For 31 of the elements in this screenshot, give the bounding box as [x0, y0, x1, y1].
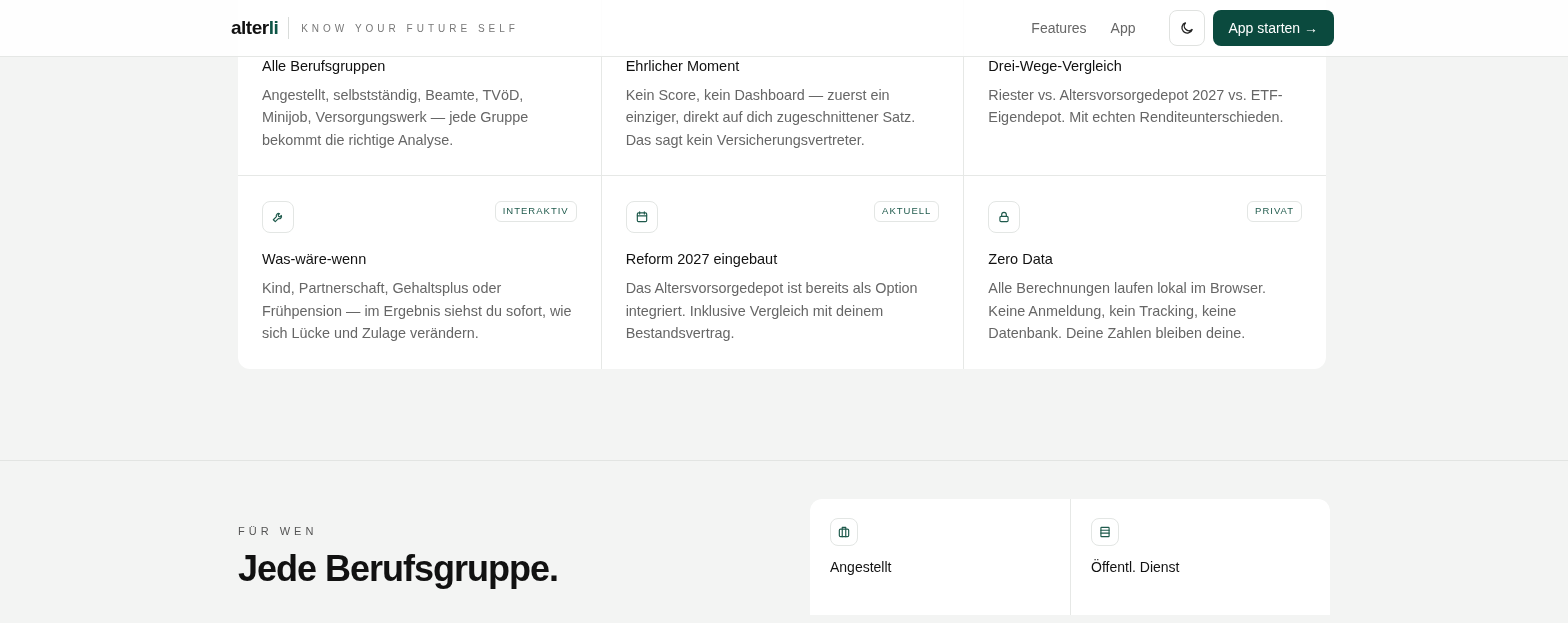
nav-link[interactable]: App [1110, 17, 1136, 39]
feature-badge: INTERAKTIV [494, 201, 577, 222]
feature-title: Ehrlicher Moment [625, 57, 741, 76]
nav-link[interactable]: Features [1031, 17, 1087, 39]
wrench-icon [262, 201, 294, 234]
feature-title: Alle Berufsgruppen [262, 57, 387, 76]
group-title: Angestellt [830, 557, 893, 577]
feature-badge: PRIVAT [1247, 201, 1302, 222]
feature-badge: AKTUELL [874, 201, 940, 222]
feature-description: Das Altersvorsorgedepot ist bereits als Option integriert. Inklusive Vergleich mit deinem Bestandsvertrag. [625, 279, 919, 343]
feature-description: Alle Berechnungen laufen lokal im Browser. Keine Anmeldung, kein Tracking, keine Datenbank. Deine Zahlen bleiben deine. [988, 279, 1267, 343]
logo[interactable]: alterli [231, 17, 290, 39]
feature-title: Zero Data [988, 250, 1054, 270]
briefcase-icon [830, 517, 858, 546]
lock-icon [988, 201, 1021, 234]
section-heading: Jede Berufsgruppe. [238, 549, 559, 589]
theme-toggle-button[interactable] [1168, 10, 1205, 46]
group-title: Öffentl. Dienst [1091, 557, 1181, 577]
section-eyebrow: FÜR WEN [238, 523, 319, 539]
tagline: KNOW YOUR FUTURE SELF [301, 21, 519, 36]
feature-title: Was-wäre-wenn [262, 250, 368, 270]
calendar-icon [625, 201, 658, 234]
feature-title: Reform 2027 eingebaut [625, 250, 779, 270]
feature-description: Kein Score, kein Dashboard — zuerst ein einziger, direkt auf dich zugeschnittener Satz. Das sagt kein Versicherungsvertreter. [625, 85, 917, 150]
feature-description: Angestellt, selbstständig, Beamte, TVöD, Minijob, Versorgungswerk — jede Gruppe bekommt die richtige Analyse. [262, 85, 530, 150]
feature-title: Drei-Wege-Vergleich [988, 57, 1123, 76]
feature-description: Kind, Partnerschaft, Gehaltsplus oder Frühpension — im Ergebnis siehst du sofort, wie sich Lücke und Zulage verändern. [262, 279, 573, 343]
stacked-rows-icon [1091, 517, 1119, 546]
moon-icon [1178, 20, 1195, 36]
feature-description: Riester vs. Altersvorsorgedepot 2027 vs. ETF-Eigendepot. Mit echten Renditeunterschieden. [988, 85, 1285, 128]
app-start-button[interactable]: App starten → [1212, 10, 1334, 46]
